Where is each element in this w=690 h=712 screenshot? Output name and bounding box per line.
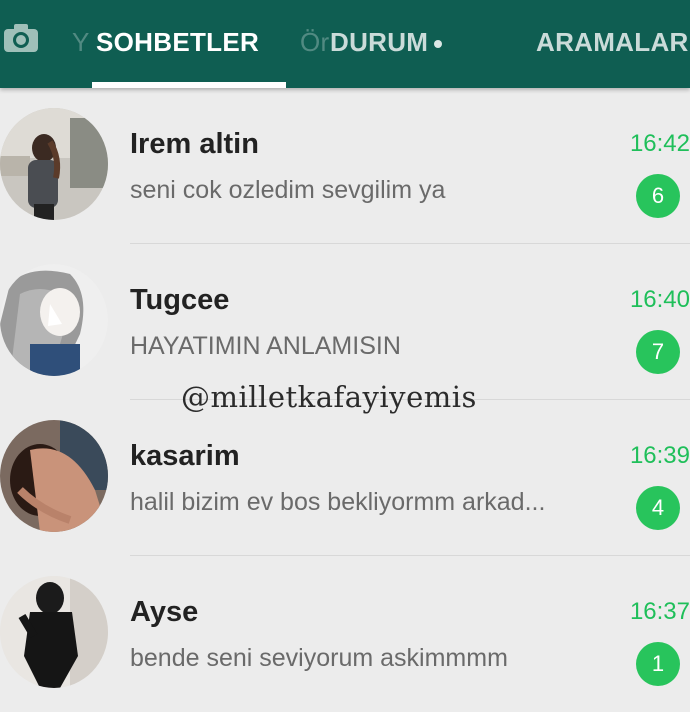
status-dot-icon [434,40,443,49]
tab-ghost-status: Ör [300,27,330,57]
chat-row-ayse[interactable]: Ayse bende seni seviyorum askimmmm 16:37… [0,556,690,712]
message-time: 16:42 [629,130,690,157]
tab-chats[interactable]: SOHBETLER [96,22,259,62]
unread-badge: 6 [636,174,680,218]
avatar [0,264,108,376]
tab-ghost-label: Y [72,27,90,57]
contact-name: Tugcee [130,284,230,316]
avatar [0,108,108,220]
last-message: HAYATIMIN ANLAMISIN [130,332,401,360]
contact-name: Ayse [130,596,199,628]
watermark-text: @milletkafayiyemis [181,380,477,414]
last-message: halil bizim ev bos bekliyormm arkad... [130,488,546,516]
unread-badge: 7 [636,330,680,374]
tab-status[interactable]: DURUM [330,22,443,62]
message-time: 16:39 [629,442,690,469]
unread-badge: 1 [636,642,680,686]
message-time: 16:40 [629,286,690,313]
tab-calls[interactable]: ARAMALAR [536,22,689,62]
app-header: Y SOHBETLER Ör DURUM ARAMALAR [0,0,690,88]
chat-row-tugcee[interactable]: Tugcee HAYATIMIN ANLAMISIN 16:40 7 [0,244,690,400]
avatar [0,576,108,688]
chat-row-irem[interactable]: Irem altin seni cok ozledim sevgilim ya … [0,88,690,244]
camera-icon[interactable] [0,18,42,58]
contact-name: Irem altin [130,128,259,160]
message-time: 16:37 [629,598,690,625]
chat-row-kasarim[interactable]: kasarim halil bizim ev bos bekliyormm ar… [0,400,690,556]
avatar [0,420,108,532]
last-message: bende seni seviyorum askimmmm [130,644,508,672]
contact-name: kasarim [130,440,240,472]
tab-status-label: DURUM [330,27,429,57]
unread-badge: 4 [636,486,680,530]
last-message: seni cok ozledim sevgilim ya [130,176,446,204]
